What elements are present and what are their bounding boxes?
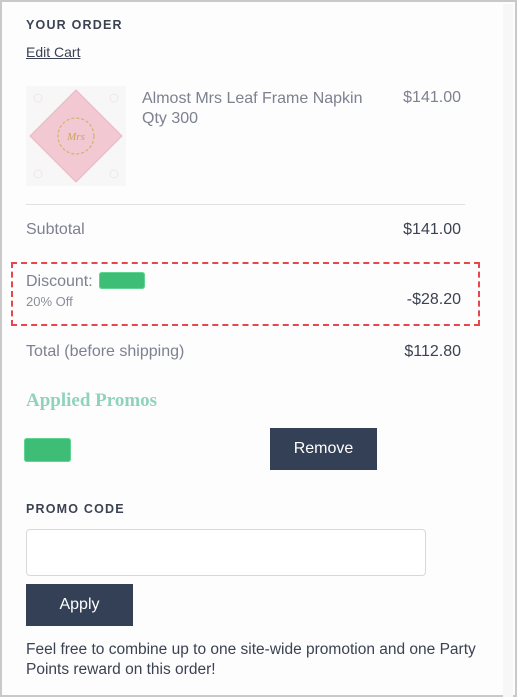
product-image: Mrs	[26, 86, 126, 186]
discount-label: Discount:	[26, 273, 93, 290]
order-summary-panel: YOUR ORDER Edit Cart Mrs Almost Mrs Leaf…	[0, 0, 517, 697]
divider	[26, 204, 465, 205]
edit-cart-link[interactable]: Edit Cart	[26, 44, 80, 60]
product-image-text: Mrs	[66, 131, 85, 143]
product-price: $141.00	[403, 89, 461, 106]
product-qty: Qty 300	[142, 110, 199, 127]
discount-sub-label: 20% Off	[26, 294, 73, 309]
total-value: $112.80	[404, 343, 461, 360]
remove-promo-button[interactable]: Remove	[270, 428, 377, 470]
discount-value: -$28.20	[406, 291, 461, 308]
subtotal-value: $141.00	[403, 221, 461, 238]
redacted-discount-code	[99, 272, 146, 289]
subtotal-label: Subtotal	[26, 221, 85, 238]
product-name: Almost Mrs Leaf Frame Napkin Qty 300	[142, 89, 382, 129]
discount-label-row: Discount:	[26, 272, 146, 291]
apply-promo-button[interactable]: Apply	[26, 584, 133, 626]
scrollbar[interactable]	[503, 4, 513, 697]
applied-promos-heading: Applied Promos	[26, 390, 158, 411]
redacted-promo-code	[24, 438, 71, 462]
product-title: Almost Mrs Leaf Frame Napkin	[142, 90, 363, 107]
promo-code-input[interactable]	[26, 529, 426, 576]
promo-code-heading: PROMO CODE	[26, 502, 125, 516]
total-label: Total (before shipping)	[26, 343, 185, 360]
your-order-heading: YOUR ORDER	[26, 18, 123, 32]
promo-note: Feel free to combine up to one site-wide…	[26, 641, 476, 678]
